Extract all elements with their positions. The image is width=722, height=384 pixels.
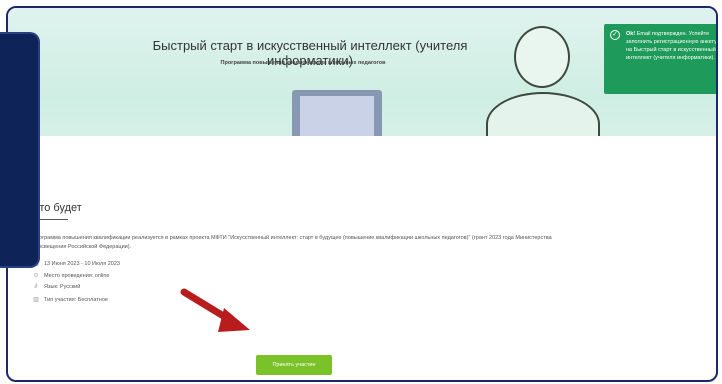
date-row: ▦ 13 Июня 2023 - 10 Июля 2023 <box>32 260 332 268</box>
language-text: Язык: Русский <box>44 284 81 290</box>
browser-frame: Быстрый старт в искусственный интеллект … <box>6 6 718 382</box>
side-overlay-panel <box>0 32 40 268</box>
success-toast[interactable]: ✓ Ok! Email подтвержден. Успейте заполни… <box>604 24 717 94</box>
ticket-icon: ▥ <box>33 297 39 303</box>
participation-text: Тип участия: Бесплатное <box>44 296 108 303</box>
page-subtitle: Программа повышения квалификации школьны… <box>220 60 386 66</box>
location-pin-icon: ⊙ <box>33 273 39 279</box>
toast-message: Email подтвержден. Успейте заполнить рег… <box>626 31 717 61</box>
laptop-screen <box>300 96 374 136</box>
person-illustration-body <box>486 92 600 136</box>
program-description: Программа повышения квалификации реализу… <box>32 235 552 250</box>
red-arrow-annotation <box>180 288 250 332</box>
language-icon: ∂ <box>34 284 38 290</box>
toast-strong: Ok! <box>626 31 636 37</box>
place-text: Место проведения: online <box>44 272 110 279</box>
check-circle-icon: ✓ <box>610 30 620 40</box>
place-row: ⊙ Место проведения: online <box>32 272 332 280</box>
participate-button[interactable]: Принять участие <box>256 355 332 375</box>
date-text: 13 Июня 2023 - 10 Июля 2023 <box>44 260 120 267</box>
person-illustration-head <box>514 26 570 88</box>
